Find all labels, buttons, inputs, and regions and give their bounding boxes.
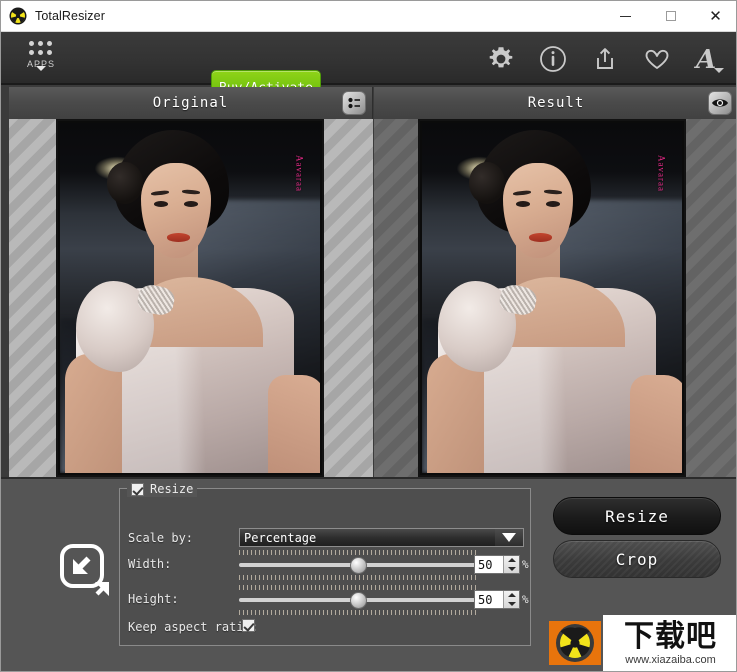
height-slider[interactable] [239, 585, 477, 615]
scale-by-value: Percentage [244, 530, 317, 545]
apps-grid-icon [29, 41, 53, 56]
resize-enable-checkbox[interactable] [131, 482, 144, 496]
panel-headers: Original Result [1, 87, 736, 119]
app-icon [9, 7, 27, 25]
width-slider[interactable] [239, 550, 477, 580]
original-image-pane[interactable]: Aavaraa [9, 119, 373, 477]
photo-watermark-text: Aavaraa [656, 154, 667, 192]
original-panel-title: Original [152, 95, 229, 111]
apps-button[interactable]: APPS [19, 38, 63, 80]
slider-knob[interactable] [350, 557, 367, 574]
result-panel-title: Result [527, 95, 585, 111]
info-circle-icon [540, 45, 566, 72]
photo-watermark-text: Aavaraa [294, 154, 305, 192]
image-panes: Aavaraa Aavaraa [1, 119, 736, 477]
maximize-button[interactable] [648, 1, 693, 32]
settings-gear-button[interactable] [484, 42, 518, 76]
resize-arrows-icon [60, 544, 109, 596]
eye-preview-icon [712, 99, 728, 107]
heart-icon [645, 49, 669, 69]
chevron-down-icon [36, 66, 46, 71]
share-upload-icon [597, 47, 613, 69]
original-view-options-button[interactable] [342, 91, 366, 115]
share-button[interactable] [588, 42, 622, 76]
keep-aspect-ratio-checkbox[interactable] [242, 619, 255, 632]
width-spinbox[interactable]: 50 [474, 555, 520, 574]
resize-groupbox-label: Resize [150, 482, 194, 496]
height-unit: % [522, 593, 529, 606]
app-window: TotalResizer ✕ APPS Buy/Activate [0, 0, 737, 672]
result-panel-header: Result [374, 87, 736, 119]
list-details-icon [348, 97, 360, 109]
toolbar-icon-group: A [484, 32, 726, 85]
slider-ticks-top [239, 550, 477, 555]
keep-aspect-ratio-label: Keep aspect ratio: [128, 620, 259, 634]
height-spinbox[interactable]: 50 [474, 590, 520, 609]
slider-ticks-bottom [239, 575, 477, 580]
stepper-down-icon[interactable] [507, 601, 516, 606]
width-stepper[interactable] [503, 556, 519, 573]
slider-ticks-bottom [239, 610, 477, 615]
watermark-url: www.xiazaiba.com [625, 654, 716, 666]
watermark-cn-text: 下载吧 [624, 619, 717, 654]
main-toolbar: APPS Buy/Activate [1, 32, 736, 106]
resize-mode-button[interactable] [57, 542, 119, 604]
chevron-down-icon [714, 67, 724, 73]
slider-knob[interactable] [350, 592, 367, 609]
width-unit: % [522, 558, 529, 571]
stepper-down-icon[interactable] [507, 566, 516, 571]
info-button[interactable] [536, 42, 570, 76]
result-image-frame: Aavaraa [418, 119, 686, 477]
original-panel-header: Original [9, 87, 373, 119]
slider-ticks-top [239, 585, 477, 590]
minimize-button[interactable] [603, 1, 648, 32]
height-value[interactable]: 50 [475, 591, 503, 608]
resize-action-button[interactable]: Resize [553, 497, 721, 535]
result-photo: Aavaraa [422, 123, 682, 473]
height-label: Height: [128, 592, 179, 606]
window-title: TotalResizer [35, 9, 105, 23]
scale-by-select[interactable]: Percentage [239, 528, 524, 547]
stepper-up-icon[interactable] [507, 558, 516, 563]
width-label: Width: [128, 557, 172, 571]
height-stepper[interactable] [503, 591, 519, 608]
width-value[interactable]: 50 [475, 556, 503, 573]
radiation-burst-icon [549, 621, 601, 665]
window-controls: ✕ [603, 1, 736, 32]
svg-text:A: A [693, 45, 716, 75]
resize-groupbox-legend: Resize [127, 481, 198, 497]
favorite-button[interactable] [640, 42, 674, 76]
settings-gear-icon [489, 46, 513, 67]
text-style-button[interactable]: A [692, 42, 726, 76]
stepper-up-icon[interactable] [507, 593, 516, 598]
original-photo: Aavaraa [60, 123, 320, 473]
crop-action-button[interactable]: Crop [553, 540, 721, 578]
result-image-pane[interactable]: Aavaraa [374, 119, 736, 477]
watermark-text-box: 下载吧 www.xiazaiba.com [603, 615, 736, 671]
title-bar: TotalResizer ✕ [1, 1, 736, 32]
watermark-logo [549, 617, 601, 669]
original-image-frame: Aavaraa [56, 119, 324, 477]
result-preview-button[interactable] [708, 91, 732, 115]
chevron-down-icon[interactable] [495, 529, 523, 546]
close-button[interactable]: ✕ [693, 1, 736, 32]
radiation-burst-icon [9, 7, 27, 25]
scale-by-label: Scale by: [128, 531, 194, 545]
